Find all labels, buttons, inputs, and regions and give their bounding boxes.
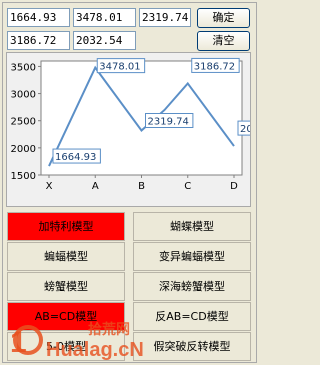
model-false-breakout-button[interactable]: 假突破反转模型 [133, 332, 251, 361]
x-tick-label: D [230, 181, 238, 192]
y-tick-label: 2000 [11, 144, 36, 155]
y-tick-label: 3500 [11, 62, 36, 73]
model-reverse-abcd-button[interactable]: 反AB=CD模型 [133, 302, 251, 331]
y-tick-label: 2500 [11, 117, 36, 128]
y-tick-label: 1500 [11, 171, 36, 182]
x-tick-label: C [184, 181, 191, 192]
x-tick-label: A [92, 181, 99, 192]
model-5-0-button[interactable]: 5-0模型 [7, 332, 125, 361]
x-tick-label: B [138, 181, 145, 192]
input-d[interactable]: 2032.54 [73, 31, 136, 50]
model-deep-crab-button[interactable]: 深海螃蟹模型 [133, 272, 251, 301]
data-label: 1664.93 [55, 152, 96, 163]
confirm-button[interactable]: 确定 [197, 8, 250, 28]
chart-svg: 1500 2000 2500 3000 3500 X A B C D 1664.93 3478.01 2… [11, 57, 250, 192]
clear-button[interactable]: 清空 [197, 31, 250, 51]
model-abcd-button[interactable]: AB=CD模型 [7, 302, 125, 331]
data-label: 3478.01 [99, 62, 140, 73]
data-label: 2032.54 [240, 124, 250, 135]
model-alt-bat-button[interactable]: 变异蝙蝠模型 [133, 242, 251, 271]
input-c[interactable]: 3186.72 [7, 31, 70, 50]
y-tick-label: 3000 [11, 90, 36, 101]
input-a[interactable]: 3478.01 [73, 8, 136, 27]
model-gartley-button[interactable]: 加特利模型 [7, 212, 125, 241]
model-crab-button[interactable]: 螃蟹模型 [7, 272, 125, 301]
data-label: 2319.74 [148, 116, 189, 127]
model-butterfly-button[interactable]: 蝴蝶模型 [133, 212, 251, 241]
input-x[interactable]: 1664.93 [7, 8, 70, 27]
pattern-chart: 1500 2000 2500 3000 3500 X A B C D 1664.93 3478.01 2… [6, 52, 251, 207]
data-label: 3186.72 [194, 61, 235, 72]
x-tick-label: X [46, 181, 53, 192]
model-bat-button[interactable]: 蝙蝠模型 [7, 242, 125, 271]
input-b[interactable]: 2319.74 [139, 8, 191, 27]
